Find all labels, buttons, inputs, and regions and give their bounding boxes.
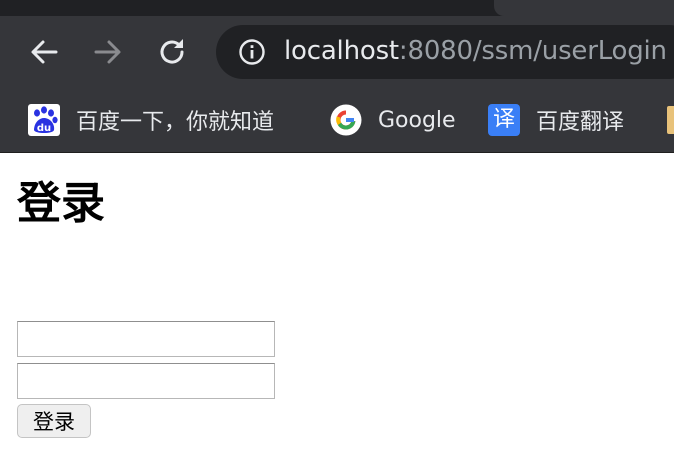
bookmark-label: 百度一下，你就知道 xyxy=(76,110,275,135)
bookmark-folder-icon[interactable] xyxy=(667,106,674,134)
browser-chrome: localhost:8080/ssm/userLogin du 百度一下，你就知… xyxy=(0,0,674,153)
page-title: 登录 xyxy=(17,178,105,229)
google-g-icon xyxy=(330,104,362,136)
bookmark-google[interactable]: Google xyxy=(330,102,456,138)
bookmark-baidu-translate[interactable]: 译 百度翻译 xyxy=(488,102,624,138)
url-text[interactable]: localhost:8080/ssm/userLogin xyxy=(284,36,667,66)
reload-button[interactable] xyxy=(154,34,190,70)
baidu-translate-icon: 译 xyxy=(488,104,520,136)
browser-toolbar: localhost:8080/ssm/userLogin xyxy=(0,16,674,88)
tab-strip xyxy=(0,0,674,16)
bookmark-baidu[interactable]: du 百度一下，你就知道 xyxy=(28,102,274,138)
bookmarks-bar: du 百度一下，你就知道 Google 译 百度翻译 xyxy=(0,88,674,152)
info-icon[interactable] xyxy=(238,38,266,66)
back-button[interactable] xyxy=(26,34,62,70)
arrow-left-icon xyxy=(31,40,58,64)
svg-text:du: du xyxy=(37,123,51,134)
page-content: 登录 登录 xyxy=(0,153,674,470)
url-host: localhost xyxy=(284,36,399,66)
baidu-paw-icon: du xyxy=(28,104,60,136)
active-tab[interactable] xyxy=(494,0,674,16)
password-input[interactable] xyxy=(17,363,275,399)
arrow-right-icon xyxy=(94,40,121,64)
forward-button[interactable] xyxy=(90,34,126,70)
reload-icon xyxy=(160,39,184,64)
bookmark-label: 百度翻译 xyxy=(536,110,625,135)
login-button[interactable]: 登录 xyxy=(17,404,91,438)
username-input[interactable] xyxy=(17,321,275,357)
address-bar[interactable]: localhost:8080/ssm/userLogin xyxy=(216,25,674,79)
bookmark-label: Google xyxy=(378,107,456,133)
url-path: :8080/ssm/userLogin xyxy=(398,36,667,66)
